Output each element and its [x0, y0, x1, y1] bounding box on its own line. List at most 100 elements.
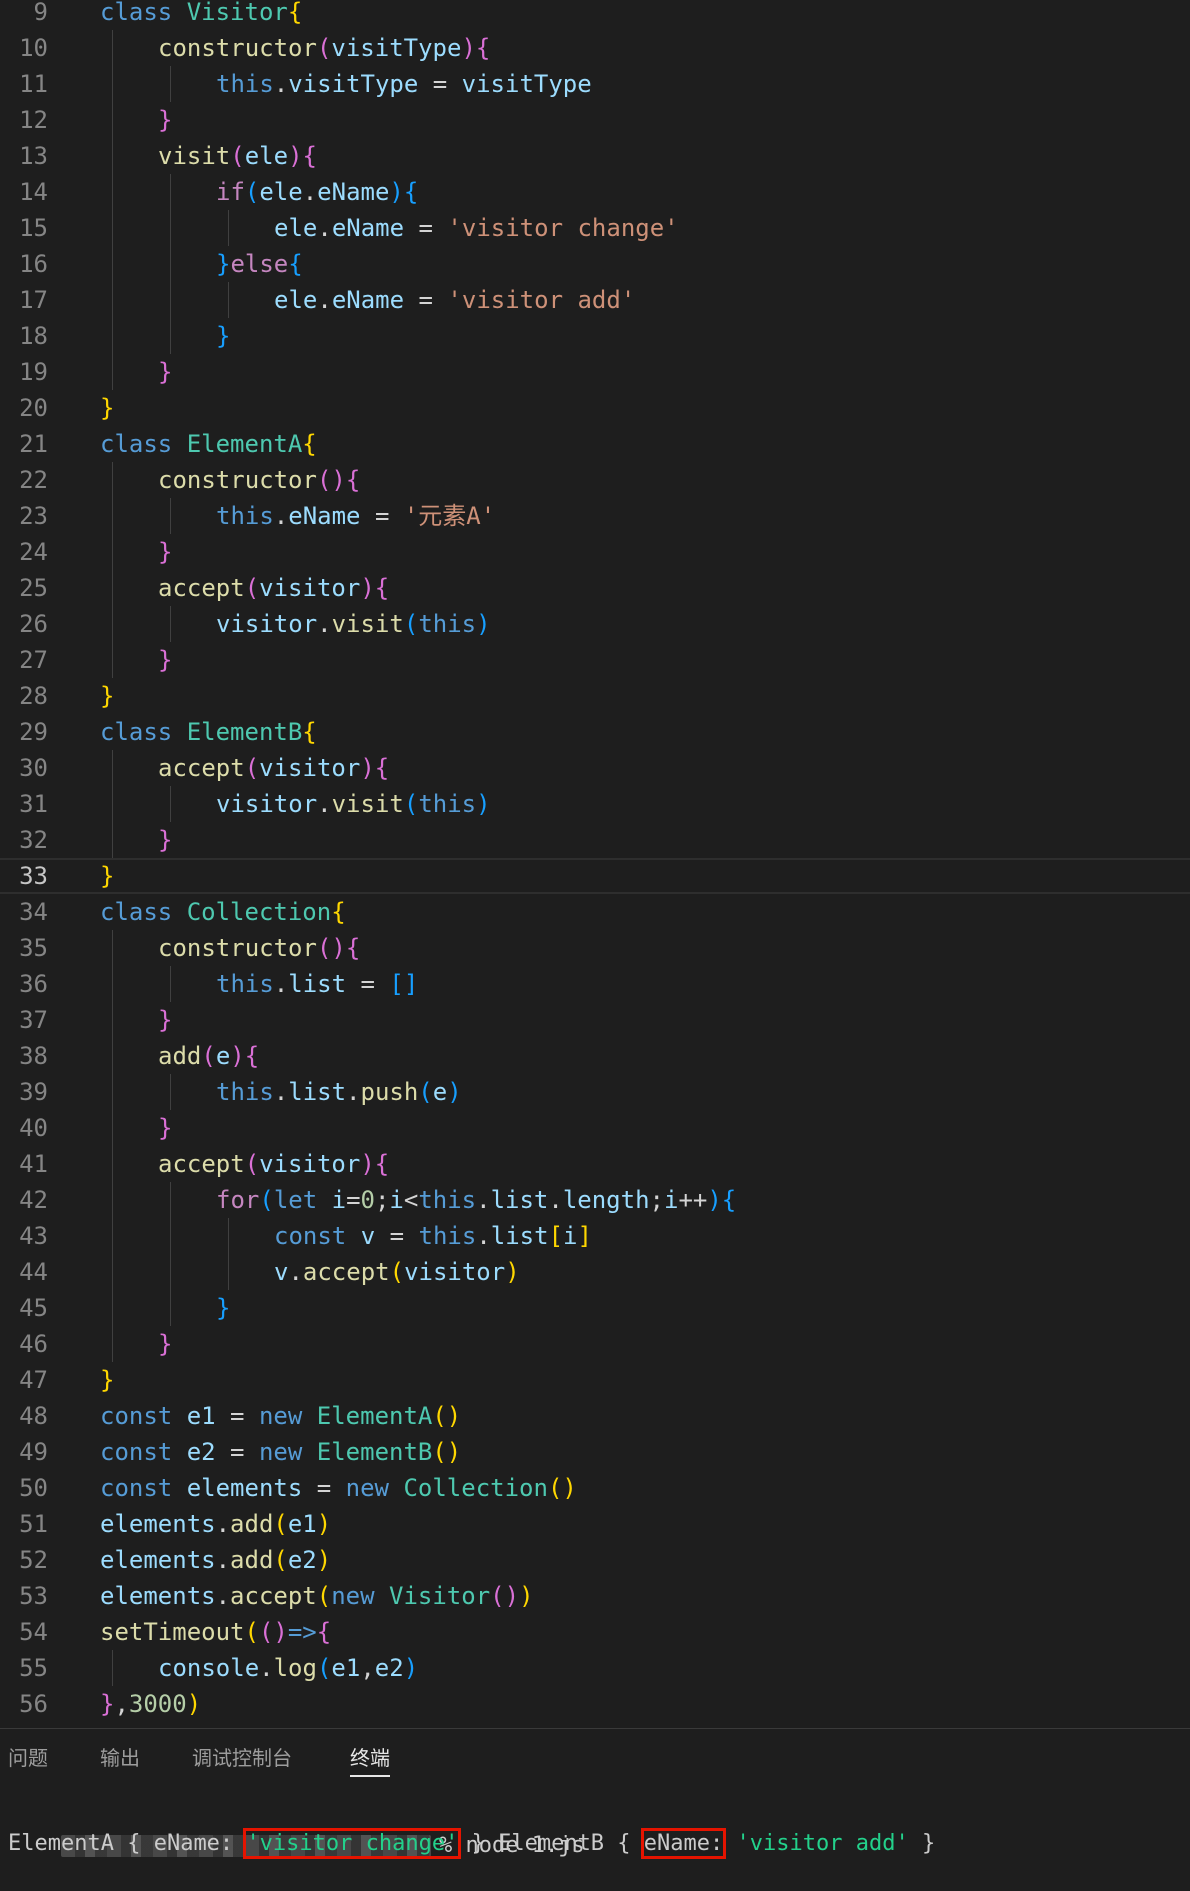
- code-token: ): [476, 610, 491, 638]
- code-token: .: [346, 1078, 361, 1106]
- code-token: }: [158, 106, 173, 134]
- code-line[interactable]: 17 ele.eName = 'visitor add': [0, 282, 1190, 318]
- code-line[interactable]: 32}: [0, 822, 1190, 858]
- indent-guide: [112, 1074, 113, 1110]
- code-token: constructor: [158, 34, 317, 62]
- code-token: }: [216, 322, 231, 350]
- indent-guide: [112, 1002, 113, 1038]
- indent-guide: [112, 318, 113, 354]
- code-text: }: [158, 354, 172, 390]
- code-line[interactable]: 9 class Visitor{: [0, 0, 1190, 30]
- code-token: let: [273, 1186, 332, 1214]
- code-line[interactable]: 34 class Collection{: [0, 894, 1190, 930]
- code-line[interactable]: 24}: [0, 534, 1190, 570]
- code-line[interactable]: 25 accept(visitor){: [0, 570, 1190, 606]
- code-line[interactable]: 14 if(ele.eName){: [0, 174, 1190, 210]
- terminal-output-line[interactable]: ElementA { eName: 'visitor change' } Ele…: [8, 1828, 935, 1859]
- code-line[interactable]: 36 this.list = []: [0, 966, 1190, 1002]
- code-line[interactable]: 39 this.list.push(e): [0, 1074, 1190, 1110]
- indent-guide: [170, 246, 171, 282]
- code-token: this: [418, 1222, 477, 1250]
- code-line[interactable]: 52 elements.add(e2): [0, 1542, 1190, 1578]
- code-line[interactable]: 44 v.accept(visitor): [0, 1254, 1190, 1290]
- code-line[interactable]: 21 class ElementA{: [0, 426, 1190, 462]
- indent-guide: [112, 1290, 113, 1326]
- panel-tab[interactable]: 输出: [100, 1741, 140, 1775]
- code-line[interactable]: 18}: [0, 318, 1190, 354]
- code-line[interactable]: 48 const e1 = new ElementA(): [0, 1398, 1190, 1434]
- code-line[interactable]: 10 constructor(visitType){: [0, 30, 1190, 66]
- indent-guide: [112, 1146, 113, 1182]
- code-token: }: [100, 682, 115, 710]
- code-line[interactable]: 46}: [0, 1326, 1190, 1362]
- code-token: visit: [158, 142, 231, 170]
- panel-tabs: 问题 输出 调试控制台 终端: [0, 1729, 1190, 1789]
- code-text: class Collection{: [100, 894, 346, 930]
- code-text: }: [100, 860, 114, 892]
- code-line[interactable]: 38 add(e){: [0, 1038, 1190, 1074]
- code-line[interactable]: 13 visit(ele){: [0, 138, 1190, 174]
- code-line[interactable]: 23 this.eName = '元素A': [0, 498, 1190, 534]
- code-line[interactable]: 55 console.log(e1,e2): [0, 1650, 1190, 1686]
- panel-tab[interactable]: 问题: [8, 1741, 48, 1775]
- indent-guide: [112, 570, 113, 606]
- code-line[interactable]: 30 accept(visitor){: [0, 750, 1190, 786]
- code-token: .: [215, 1582, 231, 1610]
- code-token: list: [490, 1186, 549, 1214]
- code-token: =: [346, 970, 390, 998]
- code-token: =: [404, 214, 448, 242]
- code-token: e2: [186, 1438, 216, 1466]
- code-line[interactable]: 43 const v = this.list[i]: [0, 1218, 1190, 1254]
- code-line[interactable]: 29 class ElementB{: [0, 714, 1190, 750]
- code-line[interactable]: 22 constructor(){: [0, 462, 1190, 498]
- panel-tab[interactable]: 终端: [350, 1741, 390, 1777]
- panel-tab[interactable]: 调试控制台: [192, 1741, 292, 1775]
- code-line[interactable]: 31 visitor.visit(this): [0, 786, 1190, 822]
- code-line[interactable]: 11 this.visitType = visitType: [0, 66, 1190, 102]
- code-line[interactable]: 27}: [0, 642, 1190, 678]
- code-line[interactable]: 37}: [0, 1002, 1190, 1038]
- code-line[interactable]: 50 const elements = new Collection(): [0, 1470, 1190, 1506]
- code-line[interactable]: 35 constructor(){: [0, 930, 1190, 966]
- code-line[interactable]: 53 elements.accept(new Visitor()): [0, 1578, 1190, 1614]
- indent-guide: [170, 1254, 171, 1290]
- line-number: 13: [19, 142, 48, 170]
- code-token: this: [216, 502, 274, 530]
- code-line[interactable]: 41 accept(visitor){: [0, 1146, 1190, 1182]
- code-line[interactable]: 49 const e2 = new ElementB(): [0, 1434, 1190, 1470]
- code-text: visit(ele){: [158, 138, 317, 174]
- indent-guide: [228, 1254, 229, 1290]
- code-line[interactable]: 26 visitor.visit(this): [0, 606, 1190, 642]
- code-line[interactable]: 42 for(let i=0;i<this.list.length;i++){: [0, 1182, 1190, 1218]
- code-line[interactable]: 12}: [0, 102, 1190, 138]
- code-line[interactable]: 33}: [0, 858, 1190, 894]
- indent-guide: [112, 966, 113, 1002]
- line-number: 23: [19, 502, 48, 530]
- code-line[interactable]: 28}: [0, 678, 1190, 714]
- terminal-command-line[interactable]: % node 1.js: [8, 1801, 585, 1858]
- code-text: elements.add(e2): [100, 1542, 331, 1578]
- code-line[interactable]: 45}: [0, 1290, 1190, 1326]
- code-line[interactable]: 16}else{: [0, 246, 1190, 282]
- code-line[interactable]: 15 ele.eName = 'visitor change': [0, 210, 1190, 246]
- code-line[interactable]: 56},3000): [0, 1686, 1190, 1722]
- code-line[interactable]: 19}: [0, 354, 1190, 390]
- code-token: ,: [114, 1690, 129, 1718]
- line-number: 10: [19, 34, 48, 62]
- code-line[interactable]: 40}: [0, 1110, 1190, 1146]
- code-token: {: [302, 142, 317, 170]
- code-token: visitor: [216, 610, 318, 638]
- code-token: <: [403, 1186, 419, 1214]
- code-line[interactable]: 54 setTimeout(()=>{: [0, 1614, 1190, 1650]
- code-token: .: [273, 970, 289, 998]
- code-token: visitor: [259, 574, 361, 602]
- code-token: console: [158, 1654, 260, 1682]
- bottom-panel: 问题 输出 调试控制台 终端 % node 1.js ElementA { eName…: [0, 1728, 1190, 1873]
- code-editor[interactable]: 9 class Visitor{10 constructor(visitType){…: [0, 0, 1190, 1728]
- code-line[interactable]: 20}: [0, 390, 1190, 426]
- code-line[interactable]: 51 elements.add(e1): [0, 1506, 1190, 1542]
- code-line[interactable]: 47}: [0, 1362, 1190, 1398]
- indent-guide: [170, 1290, 171, 1326]
- code-token: .: [273, 70, 289, 98]
- code-token: .: [215, 1510, 231, 1538]
